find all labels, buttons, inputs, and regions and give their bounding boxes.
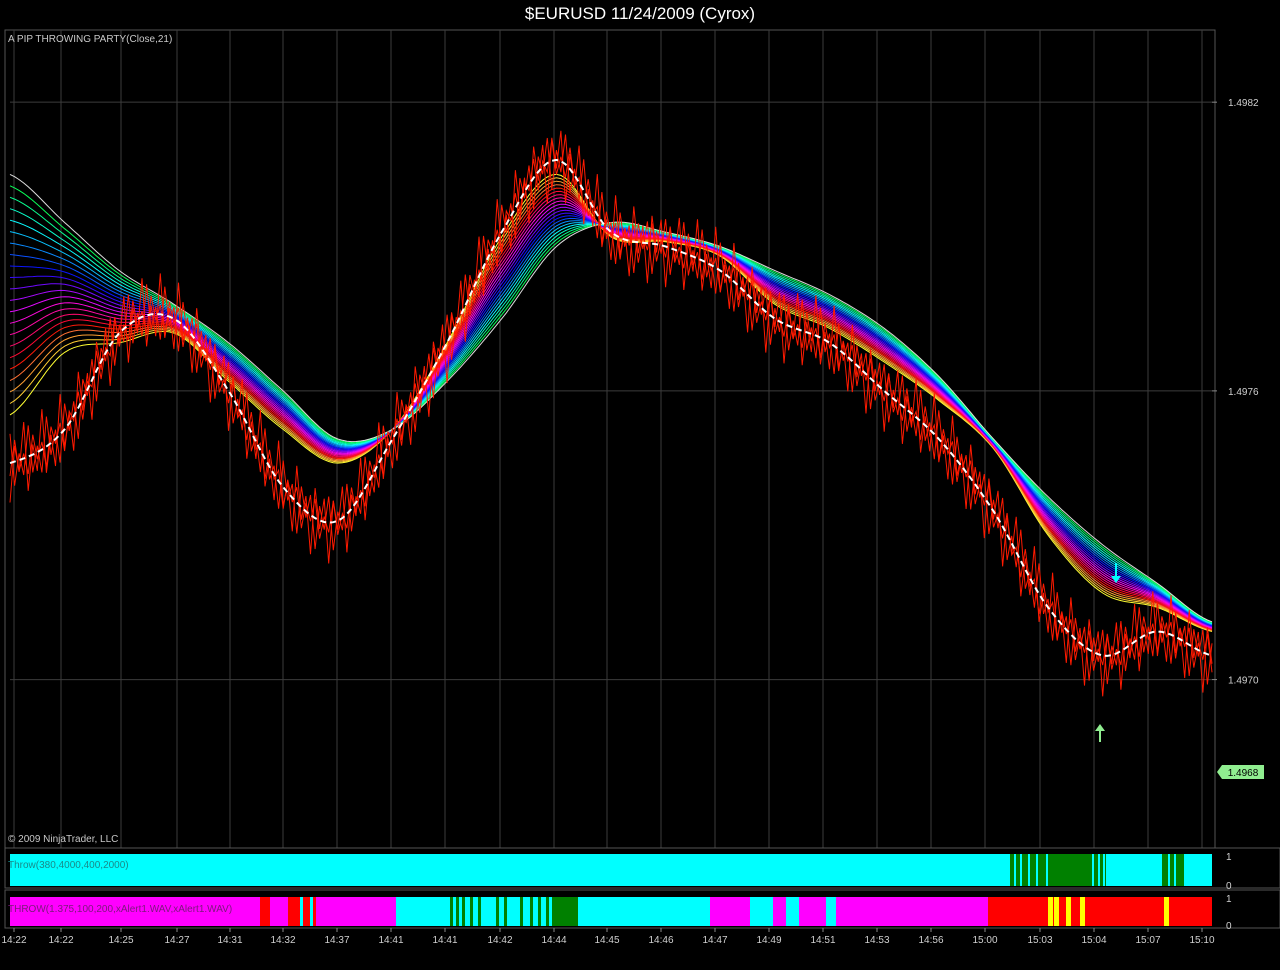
panel2-stripe (1054, 897, 1059, 926)
x-tick-label: 14:42 (487, 935, 512, 946)
panel2-stripe (538, 897, 541, 926)
panel1-segment (1010, 854, 1106, 886)
panel1-stripe (1036, 854, 1038, 886)
panel1-stripe (1103, 854, 1105, 886)
lower-panel-2-scale-bottom: 0 (1226, 921, 1232, 932)
x-tick-label: 14:41 (432, 935, 457, 946)
panel2-stripe (546, 897, 549, 926)
panel2-segment (836, 897, 988, 926)
panel2-segment (750, 897, 770, 926)
panel1-stripe (1098, 854, 1100, 886)
x-tick-label: 15:07 (1135, 935, 1160, 946)
panel2-stripe (462, 897, 465, 926)
x-tick-label: 14:45 (594, 935, 619, 946)
panel2-stripe (520, 897, 523, 926)
lower-panel-1-bars (10, 854, 1212, 886)
chart-background (0, 0, 1280, 970)
panel2-segment (826, 897, 836, 926)
panel1-stripe (1092, 854, 1094, 886)
panel1-segment (10, 854, 1010, 886)
x-tick-label: 14:37 (324, 935, 349, 946)
x-tick-label: 14:49 (756, 935, 781, 946)
x-tick-label: 14:22 (48, 935, 73, 946)
x-tick-label: 14:25 (108, 935, 133, 946)
last-price-tag: 1.4968 (1217, 765, 1264, 779)
x-tick-label: 15:04 (1081, 935, 1106, 946)
panel2-segment (552, 897, 578, 926)
x-tick-label: 14:56 (918, 935, 943, 946)
x-tick-label: 15:03 (1027, 935, 1052, 946)
x-tick-label: 14:22 (1, 935, 26, 946)
panel1-stripe (1014, 854, 1016, 886)
panel2-segment (710, 897, 750, 926)
x-tick-label: 14:46 (648, 935, 673, 946)
y-tick-label: 1.4970 (1228, 676, 1259, 687)
panel2-stripe (1164, 897, 1169, 926)
x-tick-label: 14:32 (270, 935, 295, 946)
x-tick-label: 14:44 (541, 935, 566, 946)
panel1-segment (1106, 854, 1162, 886)
panel2-stripe (496, 897, 499, 926)
panel2-stripe (770, 897, 773, 926)
panel2-segment (396, 897, 400, 926)
panel2-segment (316, 897, 396, 926)
panel2-stripe (1080, 897, 1085, 926)
indicator-label: A PIP THROWING PARTY(Close,21) (8, 34, 172, 45)
panel1-segment (1184, 854, 1212, 886)
chart-canvas: $EURUSD 11/24/2009 (Cyrox) A PIP THROWIN… (0, 0, 1280, 970)
panel2-stripe (796, 897, 799, 926)
panel2-segment (988, 897, 1212, 926)
panel1-segment (1162, 854, 1184, 886)
x-tick-label: 14:47 (702, 935, 727, 946)
panel2-stripe (504, 897, 507, 926)
x-tick-label: 15:10 (1189, 935, 1214, 946)
panel2-stripe (530, 897, 533, 926)
chart-title: $EURUSD 11/24/2009 (Cyrox) (525, 4, 755, 23)
lower-panel-1-scale-top: 1 (1226, 852, 1232, 863)
copyright-text: © 2009 NinjaTrader, LLC (8, 834, 118, 845)
panel1-stripe (1028, 854, 1030, 886)
panel2-stripe (456, 897, 459, 926)
last-price-text: 1.4968 (1228, 768, 1259, 779)
panel2-stripe (1048, 897, 1053, 926)
panel2-stripe (470, 897, 473, 926)
y-tick-label: 1.4982 (1228, 98, 1259, 109)
lower-panel-2-label: THROW(1.375,100,200,xAlert1.WAV,xAlert1.… (8, 904, 232, 915)
lower-panel-1-label: Throw(380,4000,400,2000) (8, 860, 129, 871)
panel2-segment (270, 897, 288, 926)
panel1-stripe (1046, 854, 1048, 886)
x-tick-label: 14:31 (217, 935, 242, 946)
panel2-stripe (300, 897, 303, 926)
panel2-segment (260, 897, 270, 926)
y-tick-label: 1.4976 (1228, 387, 1259, 398)
panel2-stripe (310, 897, 313, 926)
panel2-stripe (450, 897, 453, 926)
panel1-stripe (1020, 854, 1022, 886)
panel1-stripe (1168, 854, 1170, 886)
panel2-stripe (478, 897, 481, 926)
x-tick-label: 14:41 (378, 935, 403, 946)
panel1-stripe (1174, 854, 1176, 886)
x-tick-label: 14:53 (864, 935, 889, 946)
panel2-segment (798, 897, 826, 926)
x-tick-label: 15:00 (972, 935, 997, 946)
panel2-stripe (1066, 897, 1071, 926)
x-tick-label: 14:51 (810, 935, 835, 946)
lower-panel-2-scale-top: 1 (1226, 894, 1232, 905)
x-tick-label: 14:27 (164, 935, 189, 946)
